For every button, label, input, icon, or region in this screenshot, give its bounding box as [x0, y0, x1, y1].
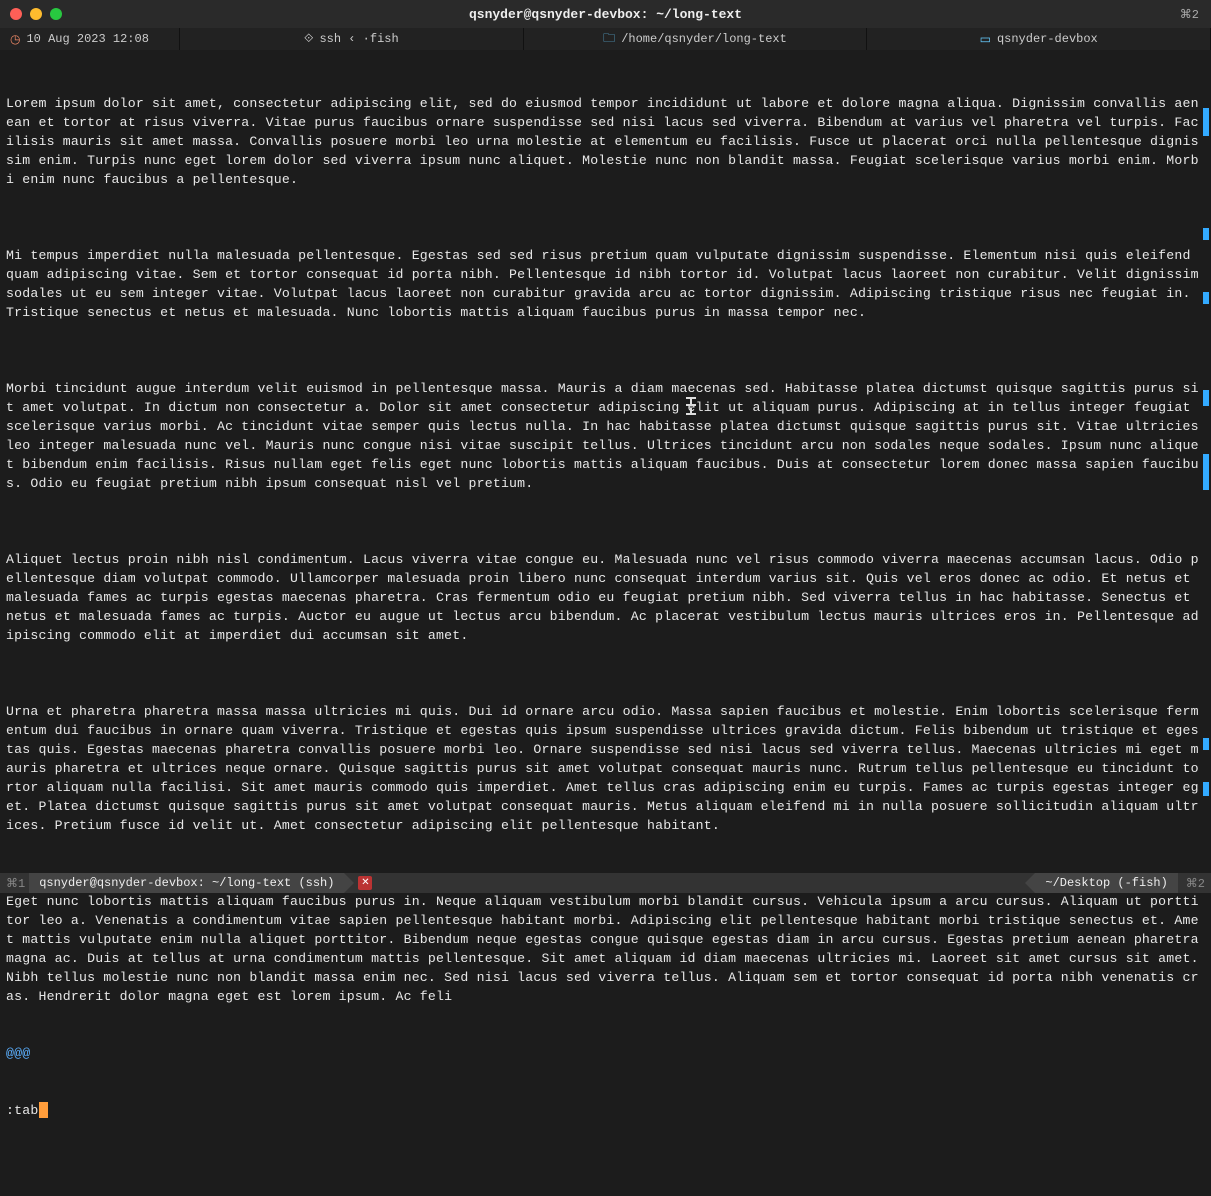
- scroll-mark: [1203, 108, 1209, 136]
- text-paragraph: Aliquet lectus proin nibh nisl condiment…: [6, 550, 1205, 645]
- chevron-right-icon: [344, 873, 354, 893]
- info-bar: ◷ 10 Aug 2023 12:08 ⟐ ssh ‹ ·fish 🗀 /hom…: [0, 28, 1211, 50]
- scroll-mark: [1203, 782, 1209, 796]
- path-text: /home/qsnyder/long-text: [621, 32, 787, 46]
- status-right-label: ~/Desktop (-fish): [1035, 873, 1177, 893]
- status-right-index: ⌘2: [1186, 876, 1205, 891]
- chevron-left-icon: [1025, 873, 1035, 893]
- text-paragraph: Mi tempus imperdiet nulla malesuada pell…: [6, 246, 1205, 322]
- status-right[interactable]: ~/Desktop (-fish) ⌘2: [1025, 873, 1211, 893]
- scroll-mark: [1203, 292, 1209, 304]
- path-segment[interactable]: 🗀 /home/qsnyder/long-text: [524, 28, 868, 50]
- scroll-mark: [1203, 390, 1209, 406]
- command-line[interactable]: :tab: [6, 1101, 1205, 1120]
- scroll-mark: [1203, 228, 1209, 240]
- status-bar: ⌘1 qsnyder@qsnyder-devbox: ~/long-text (…: [0, 873, 1211, 893]
- window-titlebar: qsnyder@qsnyder-devbox: ~/long-text ⌘2: [0, 0, 1211, 28]
- host-segment[interactable]: ▭ qsnyder-devbox: [867, 28, 1211, 50]
- ssh-segment[interactable]: ⟐ ssh ‹ ·fish: [180, 28, 524, 50]
- host-icon: ▭: [980, 32, 991, 47]
- status-left-index: ⌘1: [6, 876, 25, 891]
- folder-icon: 🗀: [603, 29, 615, 50]
- traffic-lights: [10, 8, 62, 20]
- maximize-icon[interactable]: [50, 8, 62, 20]
- fold-marker: @@@: [6, 1044, 1205, 1063]
- text-paragraph: Urna et pharetra pharetra massa massa ul…: [6, 702, 1205, 835]
- link-icon: ⟐: [304, 32, 313, 46]
- minimize-icon[interactable]: [30, 8, 42, 20]
- window-shortcut-indicator: ⌘2: [1180, 7, 1199, 22]
- command-text: :tab: [6, 1103, 38, 1118]
- clock-text: 10 Aug 2023 12:08: [26, 32, 148, 46]
- scroll-indicator[interactable]: [1203, 50, 1209, 870]
- terminal-viewport[interactable]: Lorem ipsum dolor sit amet, consectetur …: [0, 50, 1211, 870]
- scroll-mark: [1203, 454, 1209, 490]
- window-title: qsnyder@qsnyder-devbox: ~/long-text: [469, 7, 742, 22]
- error-indicator-icon: ✕: [358, 876, 372, 890]
- status-left-label: qsnyder@qsnyder-devbox: ~/long-text (ssh…: [29, 873, 344, 893]
- close-icon[interactable]: [10, 8, 22, 20]
- host-text: qsnyder-devbox: [997, 32, 1098, 46]
- status-left[interactable]: ⌘1 qsnyder@qsnyder-devbox: ~/long-text (…: [0, 873, 606, 893]
- ssh-label: ssh ‹ ·fish: [319, 32, 398, 46]
- text-paragraph: Eget nunc lobortis mattis aliquam faucib…: [6, 892, 1205, 1006]
- text-paragraph: Morbi tincidunt augue interdum velit eui…: [6, 379, 1205, 493]
- clock-icon: ◷: [10, 32, 20, 47]
- clock-segment: ◷ 10 Aug 2023 12:08: [0, 28, 180, 50]
- cursor-icon: [39, 1102, 48, 1118]
- scroll-mark: [1203, 738, 1209, 750]
- text-paragraph: Lorem ipsum dolor sit amet, consectetur …: [6, 94, 1205, 189]
